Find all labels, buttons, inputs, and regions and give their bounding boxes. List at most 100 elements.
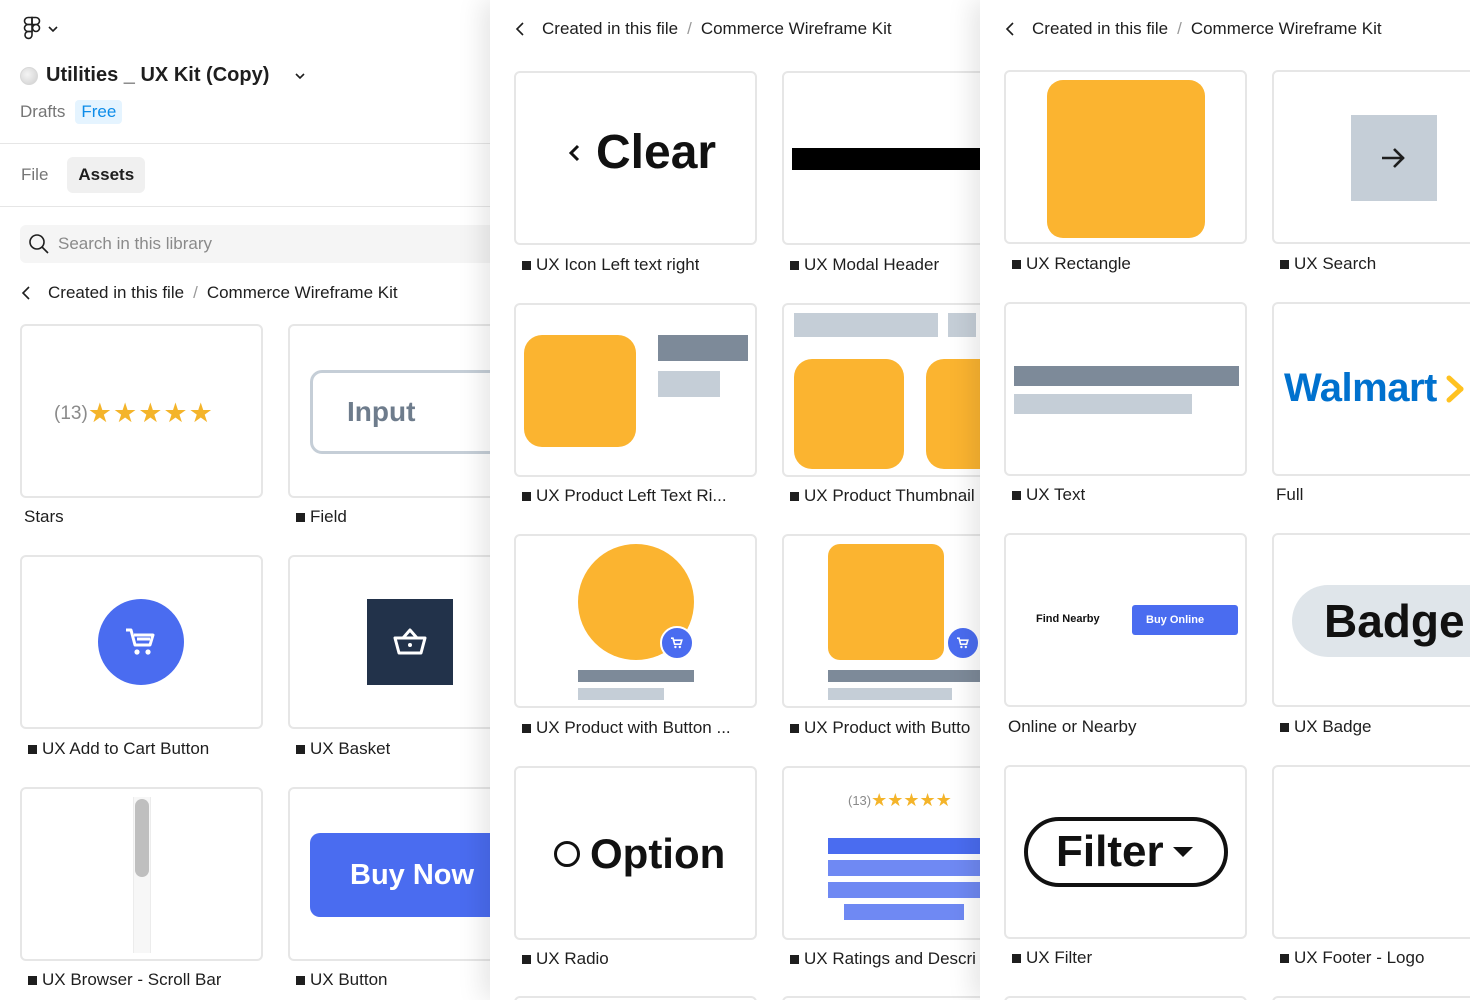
chevron-left-icon	[1005, 22, 1014, 36]
breadcrumb-parent[interactable]: Created in this file	[1032, 19, 1168, 39]
badge-preview: Badge	[1292, 585, 1470, 657]
asset-card-icon-left-text-right[interactable]: Clear	[514, 71, 757, 245]
asset-label-text: UX Add to Cart Button	[42, 739, 210, 758]
asset-card-rectangle[interactable]	[1004, 70, 1247, 244]
option-text: Option	[590, 830, 726, 877]
asset-card-partial[interactable]	[514, 996, 757, 1000]
asset-card-basket[interactable]	[288, 555, 490, 729]
text-line-dark	[1014, 366, 1239, 386]
caret-down-icon	[1172, 847, 1193, 857]
product-image-placeholder	[794, 359, 904, 469]
search-icon	[29, 234, 49, 254]
asset-label: UX Badge	[1280, 717, 1372, 737]
component-icon	[28, 744, 37, 754]
asset-label-text: UX Radio	[536, 949, 609, 968]
asset-card-product-with-button[interactable]	[514, 534, 757, 708]
asset-label-text: Full	[1276, 485, 1304, 504]
asset-card-partial[interactable]	[782, 996, 980, 1000]
asset-card-search[interactable]	[1272, 70, 1470, 244]
asset-card-radio[interactable]: Option	[514, 766, 757, 940]
component-icon	[296, 975, 305, 985]
component-icon	[522, 723, 531, 733]
breadcrumb-parent[interactable]: Created in this file	[48, 283, 184, 303]
component-icon	[1280, 722, 1289, 732]
breadcrumb: Created in this file / Commerce Wirefram…	[14, 281, 398, 305]
product-image-placeholder	[524, 335, 636, 447]
asset-card-field[interactable]: Input	[288, 324, 490, 498]
drafts-link[interactable]: Drafts	[20, 102, 65, 122]
component-icon	[1012, 953, 1021, 963]
asset-label-text: UX Ratings and Descri	[804, 949, 976, 968]
text-line-blue	[828, 838, 980, 854]
component-icon	[790, 491, 799, 501]
asset-label: UX Product Left Text Ri...	[522, 486, 727, 506]
thumbnail-title-line	[948, 313, 976, 337]
asset-label-text: UX Modal Header	[804, 255, 940, 274]
tab-file[interactable]: File	[10, 157, 59, 193]
component-icon	[28, 975, 37, 985]
back-button[interactable]	[14, 281, 38, 305]
asset-label: Field	[296, 507, 347, 527]
asset-card-stars[interactable]: (13) ★★★★★	[20, 324, 263, 498]
asset-card-filter[interactable]: Filter	[1004, 765, 1247, 939]
asset-card-ratings-description[interactable]: (13) ★★★★★	[782, 766, 980, 940]
star-icons: ★★★★★	[87, 398, 214, 428]
asset-card-text[interactable]	[1004, 302, 1247, 476]
asset-label-text: UX Footer - Logo	[1294, 948, 1425, 967]
breadcrumb-current: Commerce Wireframe Kit	[1190, 19, 1382, 38]
rating-preview: (13) ★★★★★	[54, 398, 214, 429]
cart-icon	[957, 637, 969, 649]
walmart-logo: Walmart	[1284, 366, 1470, 411]
file-title-row[interactable]: Utilities _ UX Kit (Copy)	[20, 64, 305, 87]
asset-card-button[interactable]: Buy Now	[288, 787, 490, 961]
tab-assets[interactable]: Assets	[67, 157, 146, 193]
breadcrumb: Created in this file / Commerce Wirefram…	[508, 17, 892, 41]
component-icon	[522, 491, 531, 501]
asset-card-full-logo[interactable]: Walmart	[1272, 302, 1470, 476]
asset-label: UX Button	[296, 970, 388, 990]
add-to-cart-button	[660, 626, 694, 660]
asset-card-partial[interactable]	[1004, 996, 1247, 1000]
asset-card-product-with-button-square[interactable]	[782, 534, 980, 708]
component-icon	[1280, 953, 1289, 963]
library-search[interactable]	[20, 225, 490, 263]
clear-preview: Clear	[568, 125, 716, 180]
chevron-left-icon	[568, 144, 580, 161]
text-line-light	[828, 688, 952, 700]
basket-icon	[393, 628, 427, 655]
rating-preview: (13) ★★★★★	[848, 790, 952, 811]
asset-card-modal-header[interactable]	[782, 71, 980, 245]
divider	[0, 206, 490, 207]
badge-text: Badge	[1324, 595, 1465, 647]
back-button[interactable]	[508, 17, 532, 41]
plan-badge[interactable]: Free	[75, 100, 123, 124]
asset-card-badge[interactable]: Badge	[1272, 533, 1470, 707]
main-menu-button[interactable]	[22, 16, 58, 42]
product-image-placeholder	[828, 544, 944, 660]
back-button[interactable]	[998, 17, 1022, 41]
asset-label-text: UX Text	[1026, 485, 1086, 504]
thumbnail-title-line	[794, 313, 938, 337]
asset-card-scroll-bar[interactable]	[20, 787, 263, 961]
add-to-cart-preview	[98, 599, 184, 685]
asset-card-product-left-text-right[interactable]	[514, 303, 757, 477]
cart-icon	[126, 628, 155, 655]
asset-label: UX Rectangle	[1012, 254, 1131, 274]
breadcrumb-parent[interactable]: Created in this file	[542, 19, 678, 39]
asset-card-partial[interactable]	[1272, 996, 1470, 1000]
clear-text: Clear	[596, 126, 717, 179]
asset-label-text: UX Badge	[1294, 717, 1372, 736]
search-input[interactable]	[58, 234, 458, 254]
asset-label: UX Modal Header	[790, 255, 939, 275]
text-line-light	[578, 688, 664, 700]
component-icon	[1280, 259, 1289, 269]
asset-card-product-thumbnail[interactable]	[782, 303, 980, 477]
asset-card-add-to-cart[interactable]	[20, 555, 263, 729]
asset-label-text: UX Browser - Scroll Bar	[42, 970, 222, 989]
asset-label: UX Browser - Scroll Bar	[28, 970, 221, 990]
asset-card-footer-logo[interactable]	[1272, 765, 1470, 939]
asset-label-text: UX Product Left Text Ri...	[536, 486, 727, 505]
component-icon	[790, 954, 799, 964]
walmart-wordmark: Walmart	[1284, 366, 1437, 410]
asset-card-online-or-nearby[interactable]: Find Nearby Buy Online	[1004, 533, 1247, 707]
